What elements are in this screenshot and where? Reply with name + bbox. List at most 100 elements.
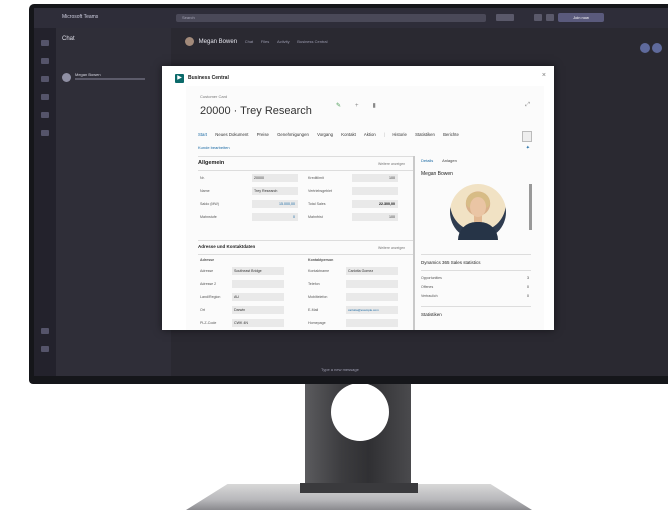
phone-field[interactable] <box>346 280 398 288</box>
country-field[interactable]: AU <box>232 293 284 301</box>
divider <box>421 306 531 307</box>
compose-placeholder: Type a new message <box>321 367 359 372</box>
action-menu: Start Neues Dokument Preise Genehmigunge… <box>198 132 538 142</box>
calendar-icon[interactable] <box>41 94 49 100</box>
search-placeholder: Search <box>182 15 195 20</box>
video-call-icon[interactable] <box>640 43 650 53</box>
pin-icon[interactable]: ✦ <box>526 145 530 151</box>
add-icon[interactable]: + <box>355 103 359 109</box>
stand-base-joint <box>300 483 418 493</box>
close-icon[interactable]: × <box>542 72 546 79</box>
field-label: Ort <box>200 308 205 312</box>
credit-limit-field[interactable]: 100 <box>352 174 398 182</box>
field-label: Adresse 2 <box>200 282 217 286</box>
divider <box>198 170 414 171</box>
contact-name-field[interactable]: Carlotta Gomez <box>346 267 398 275</box>
field-label: Mahnstufe <box>200 215 217 219</box>
divider <box>421 254 531 255</box>
menu-item-prices[interactable]: Preise <box>257 132 269 137</box>
customer-no-field[interactable]: 20000 <box>252 174 298 182</box>
edit-icon[interactable]: ✎ <box>336 103 341 109</box>
field-label: Kreditlimit <box>308 176 324 180</box>
tab-attachments[interactable]: Anlagen <box>442 158 457 163</box>
tab-business-central[interactable]: Business Central <box>297 39 327 44</box>
tab-chat[interactable]: Chat <box>245 39 253 44</box>
menu-item-approvals[interactable]: Genehmigungen <box>277 132 309 137</box>
contact-photo <box>450 184 506 240</box>
teams-icon[interactable] <box>41 76 49 82</box>
address-column-title: Adresse <box>200 258 215 262</box>
list-item[interactable]: Opportunities 3 <box>421 276 529 280</box>
menu-item-process[interactable]: Vorgang <box>317 132 333 137</box>
list-item[interactable]: Offenes 0 <box>421 285 529 289</box>
balance-field[interactable]: 15.000,00 <box>252 200 298 208</box>
menu-item-contact[interactable]: Kontakt <box>341 132 356 137</box>
mic-icon[interactable] <box>546 14 554 21</box>
show-more-link[interactable]: Weitere anzeigen <box>378 162 405 166</box>
delete-icon[interactable]: ▮ <box>373 103 376 109</box>
reminder-field[interactable]: 0 <box>252 213 298 221</box>
field-label: Total Sales <box>308 202 326 206</box>
postcode-field[interactable]: CWK 4N <box>232 319 284 327</box>
expand-icon[interactable]: ⤢ <box>525 102 530 109</box>
calls-icon[interactable] <box>41 112 49 118</box>
files-icon[interactable] <box>41 130 49 136</box>
tab-activity[interactable]: Activity <box>277 39 290 44</box>
stats-section-title[interactable]: Dynamics 365 Sales statistics <box>421 260 481 265</box>
menu-item-history[interactable]: Historie <box>392 132 407 137</box>
chat-list-header: Chat <box>62 36 75 42</box>
menu-item-new-document[interactable]: Neues Dokument <box>215 132 248 137</box>
address-field[interactable]: Southeast Bridge <box>232 267 284 275</box>
chat-header: Megan Bowen Chat Files Activity Business… <box>185 37 328 46</box>
field-label: Telefon <box>308 282 320 286</box>
more-options-icon[interactable] <box>522 131 532 142</box>
factbox-tabs: Details Anlagen <box>421 158 465 163</box>
address2-field[interactable] <box>232 280 284 288</box>
stat-label: Opportunities <box>421 276 442 280</box>
camera-icon[interactable] <box>534 14 542 21</box>
field-label: E-Mail <box>308 308 319 312</box>
app-name: Microsoft Teams <box>62 14 99 20</box>
menu-item-reports[interactable]: Berichte <box>443 132 459 137</box>
business-central-dialog: ▶ Business Central × Customer Card 20000… <box>162 66 554 330</box>
activity-icon[interactable] <box>41 40 49 46</box>
tab-files[interactable]: Files <box>261 39 269 44</box>
menu-item-statistics[interactable]: Statistiken <box>415 132 435 137</box>
homepage-field[interactable] <box>346 319 398 327</box>
show-more-link[interactable]: Weitere anzeigen <box>378 246 405 250</box>
menu-item-action[interactable]: Aktion <box>364 132 376 137</box>
compose-box[interactable]: Type a new message <box>321 358 551 372</box>
join-button[interactable]: Join now <box>558 13 604 22</box>
search-box[interactable]: Search <box>176 14 486 22</box>
dialog-title: Business Central <box>188 75 229 81</box>
city-field[interactable]: Darwin <box>232 306 284 314</box>
audio-call-icon[interactable] <box>652 43 662 53</box>
reminder-period-field[interactable]: 100 <box>352 213 398 221</box>
edit-customer-link[interactable]: Kunde bearbeiten <box>198 145 230 150</box>
email-field[interactable]: carlotta@example.com <box>346 306 398 314</box>
chat-list-pane: Chat Megan Bowen <box>56 28 171 376</box>
territory-field[interactable] <box>352 187 398 195</box>
help-icon[interactable] <box>41 346 49 352</box>
scrollbar[interactable] <box>529 184 532 230</box>
business-central-logo-icon: ▶ <box>175 74 184 83</box>
chat-icon[interactable] <box>41 58 49 64</box>
address-section-title[interactable]: Adresse und Kontaktdaten <box>198 244 255 249</box>
apps-icon[interactable] <box>41 328 49 334</box>
customer-name-field[interactable]: Trey Research <box>252 187 298 195</box>
statistics-section-title[interactable]: Statistiken <box>421 312 442 317</box>
divider <box>421 270 531 271</box>
list-item[interactable]: Megan Bowen <box>62 72 162 84</box>
menu-item-start[interactable]: Start <box>198 132 207 137</box>
breadcrumb: Customer Card <box>200 94 228 99</box>
avatar <box>185 37 194 46</box>
stat-value: 0 <box>527 294 529 298</box>
pane-splitter[interactable] <box>413 156 415 330</box>
tab-details[interactable]: Details <box>421 158 433 163</box>
general-section-title[interactable]: Allgemein <box>198 160 224 166</box>
stat-label: Offenes <box>421 285 434 289</box>
app-rail <box>34 28 56 376</box>
list-item[interactable]: Vertraulich 0 <box>421 294 529 298</box>
mobile-field[interactable] <box>346 293 398 301</box>
total-sales-field[interactable]: 22.300,00 <box>352 200 398 208</box>
